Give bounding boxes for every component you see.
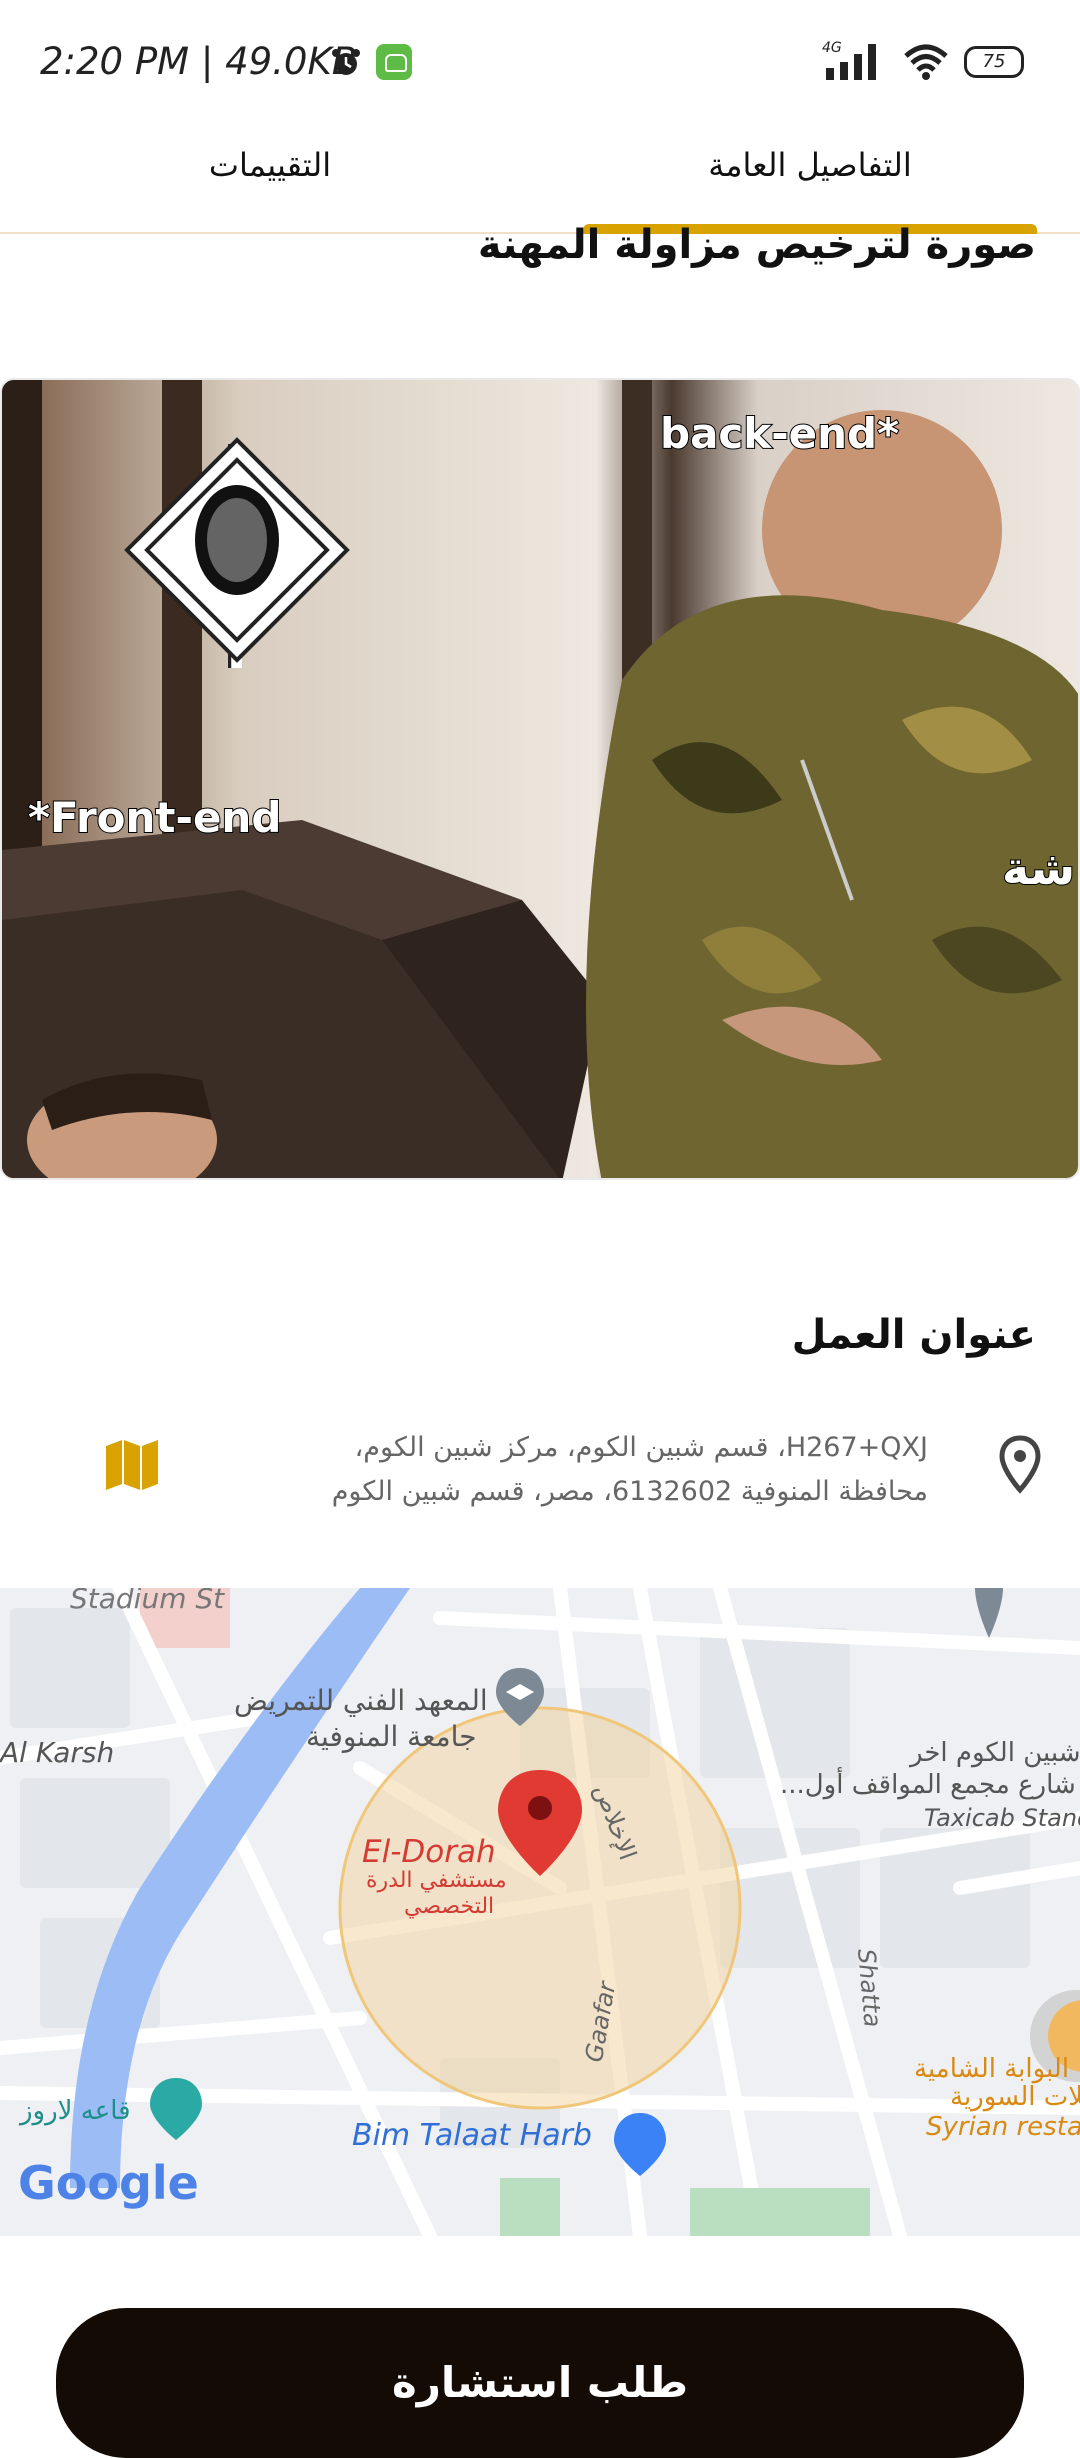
address-line-2: محافظة المنوفية 6132602، مصر، قسم شبين ا… — [331, 1476, 928, 1507]
meme-caption-bottom: خد ال token وعلى ورشة النقاشة — [1002, 841, 1080, 895]
map-label-el-dorah: El-Dorah — [362, 1834, 496, 1870]
license-section-title: صورة لترخيص مزاولة المهنة — [477, 222, 1036, 268]
app-notification-icon — [376, 44, 412, 80]
map-label-taxicab: Taxicab Stand — [924, 1804, 1080, 1832]
address-row: H267+QXJ، قسم شبين الكوم، مركز شبين الكو… — [0, 1410, 1080, 1530]
cellular-signal-icon: 4G — [822, 40, 876, 80]
status-bar: 2:20 PM | 49.0KB 4G 75 — [0, 0, 1080, 128]
map-label-laroz: قاعه لاروز — [20, 2096, 131, 2126]
location-pin-icon — [999, 1435, 1041, 1494]
status-icons: 4G 75 — [820, 38, 1080, 88]
alarm-icon — [332, 49, 360, 75]
map-label-al-karsh: Al Karsh — [0, 1736, 115, 1769]
meme-caption-top: back-end* — [660, 409, 899, 458]
map-label-shamia-1: البوابة الشامية — [914, 2054, 1070, 2084]
license-image[interactable]: back-end* *Front-end خد ال token وعلى ور… — [0, 378, 1080, 1180]
map-label-syrian: Syrian resta — [926, 2112, 1080, 2142]
work-address-title: عنوان العمل — [791, 1312, 1036, 1358]
map-label-stadium: Stadium St — [70, 1588, 225, 1615]
address-line-1: H267+QXJ، قسم شبين الكوم، مركز شبين الكو… — [354, 1432, 928, 1463]
license-image-illustration: back-end* *Front-end خد ال token وعلى ور… — [2, 380, 1080, 1178]
map-label-shibin-1: شبين الكوم اخر — [910, 1738, 1080, 1768]
map-label-hospital-1: مستشفي الدرة — [366, 1868, 507, 1893]
open-map-icon[interactable] — [104, 1440, 160, 1490]
map-label-bim: Bim Talaat Harb — [352, 2118, 592, 2153]
map-label-shibin-2: شارع مجمع المواقف أول... — [780, 1770, 1076, 1800]
address-text: H267+QXJ، قسم شبين الكوم، مركز شبين الكو… — [208, 1426, 928, 1514]
status-time: 2:20 PM | 49.0KB — [40, 40, 358, 83]
map-label-shamia-2: بلات السورية — [950, 2082, 1080, 2112]
tab-general-details[interactable]: التفاصيل العامة — [540, 128, 1080, 232]
wifi-icon — [904, 44, 948, 80]
network-type: 4G — [822, 40, 842, 56]
map-label-institute-2: جامعة المنوفية — [306, 1720, 477, 1753]
location-map[interactable]: Stadium St Al Karsh المعهد الفني للتمريض… — [0, 1588, 1080, 2236]
google-logo: Google — [18, 2156, 199, 2210]
request-consultation-button[interactable]: طلب استشارة — [56, 2308, 1024, 2458]
tab-ratings[interactable]: التقييمات — [0, 128, 540, 232]
battery-icon: 75 — [964, 46, 1024, 78]
map-label-institute-1: المعهد الفني للتمريض — [234, 1684, 488, 1717]
map-label-hospital-2: التخصصي — [404, 1894, 495, 1919]
tab-bar: التقييمات التفاصيل العامة — [0, 128, 1080, 234]
meme-caption-left: *Front-end — [28, 793, 281, 842]
